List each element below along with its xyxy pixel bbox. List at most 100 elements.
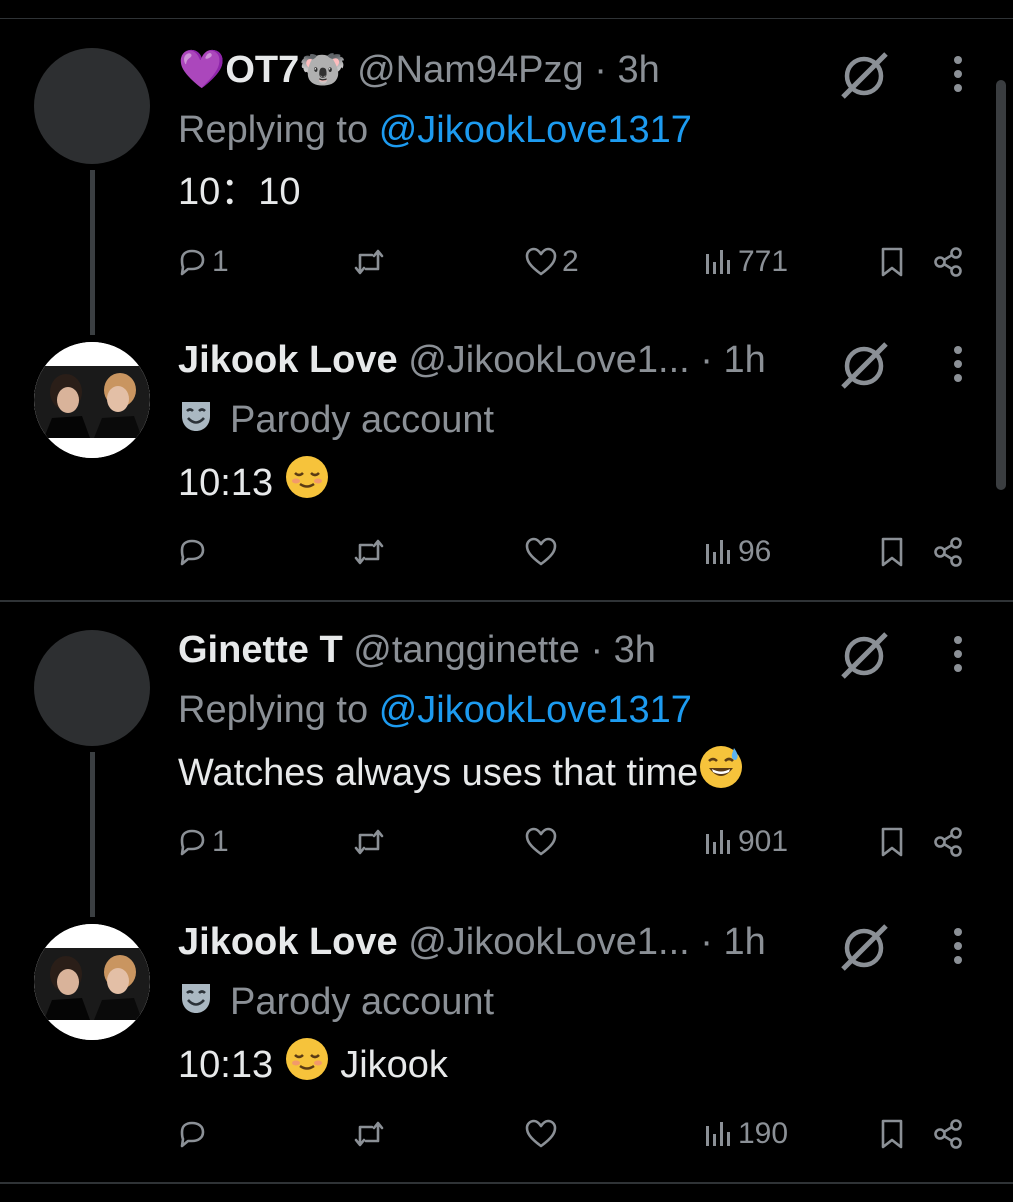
timestamp[interactable]: · 3h [590, 629, 655, 671]
replying-mention[interactable]: @JikookLove1317 [379, 109, 692, 151]
tweet-header: Ginette T @tangginette · 3h [178, 620, 878, 680]
tweet-4[interactable]: Jikook Love @JikookLove1... · 1h Parody … [0, 912, 1013, 1202]
tweet-divider [0, 1182, 1013, 1184]
timestamp[interactable]: · 1h [700, 339, 765, 381]
display-name[interactable]: Jikook Love [178, 921, 398, 963]
heart-icon [525, 1119, 557, 1148]
tweet-header: 💜OT7🐨 @Nam94Pzg · 3h [178, 40, 878, 100]
user-handle[interactable]: @JikookLove1... [408, 339, 690, 381]
relieved-face-emoji [284, 454, 330, 516]
share-button[interactable] [932, 528, 964, 576]
reply-button[interactable] [176, 528, 212, 576]
heart-icon [525, 537, 557, 566]
retweet-button[interactable] [352, 238, 390, 286]
bookmark-button[interactable] [878, 818, 906, 866]
display-name[interactable]: 💜OT7🐨 [178, 49, 347, 91]
reply-count: 1 [212, 825, 229, 858]
tweet-2[interactable]: Jikook Love @JikookLove1... · 1h Parody … [0, 330, 1013, 620]
more-options-icon[interactable] [946, 634, 970, 679]
views-button[interactable]: 96 [704, 528, 771, 576]
tweet-divider [0, 600, 1013, 602]
reply-button[interactable]: 1 [176, 818, 229, 866]
views-icon [706, 1122, 730, 1146]
reply-icon [180, 539, 205, 566]
views-icon [706, 250, 730, 274]
timestamp[interactable]: · 1h [700, 921, 765, 963]
reply-icon [180, 249, 205, 276]
share-icon [934, 537, 962, 567]
tweet-text-main: 10:13 [178, 462, 274, 505]
bookmark-button[interactable] [878, 238, 906, 286]
tweet-header: Jikook Love @JikookLove1... · 1h [178, 912, 878, 972]
tweet-text-after: Jikook [340, 1044, 448, 1087]
reply-count: 1 [212, 245, 229, 278]
views-button[interactable]: 771 [704, 238, 788, 286]
share-button[interactable] [932, 818, 964, 866]
reply-button[interactable] [176, 1110, 212, 1158]
reply-button[interactable]: 1 [176, 238, 229, 286]
heart-icon [525, 247, 557, 276]
views-button[interactable]: 190 [704, 1110, 788, 1158]
view-count: 901 [738, 825, 789, 858]
parody-label: Parody account [230, 981, 495, 1023]
like-button[interactable] [524, 818, 562, 866]
parody-label: Parody account [230, 399, 495, 441]
relieved-face-emoji [284, 1036, 330, 1098]
share-button[interactable] [932, 238, 964, 286]
like-count: 2 [562, 245, 579, 278]
view-count: 190 [738, 1117, 789, 1150]
tweet-header: Jikook Love @JikookLove1... · 1h [178, 330, 878, 390]
avatar[interactable] [34, 48, 150, 164]
replying-to: Replying to @JikookLove1317 [178, 682, 692, 738]
display-name[interactable]: Jikook Love [178, 339, 398, 381]
retweet-icon [354, 249, 384, 275]
view-count: 771 [738, 245, 789, 278]
reply-icon [180, 829, 205, 856]
tweet-text-main: 10:13 [178, 1044, 274, 1087]
bookmark-button[interactable] [878, 528, 906, 576]
tweet-text: 10：10 [178, 171, 301, 213]
like-button[interactable] [524, 528, 562, 576]
user-handle[interactable]: @JikookLove1... [408, 921, 690, 963]
parody-badge: Parody account [178, 974, 494, 1032]
more-options-icon[interactable] [946, 344, 970, 389]
avatar[interactable] [34, 924, 150, 1040]
top-divider [0, 18, 1013, 19]
avatar-photo [34, 342, 150, 458]
timestamp[interactable]: · 3h [594, 49, 659, 91]
grok-icon[interactable] [836, 338, 892, 399]
retweet-icon [354, 539, 384, 565]
retweet-button[interactable] [352, 1110, 390, 1158]
grok-icon[interactable] [836, 48, 892, 109]
retweet-button[interactable] [352, 528, 390, 576]
avatar-photo [34, 924, 150, 1040]
avatar[interactable] [34, 630, 150, 746]
replying-prefix: Replying to [178, 689, 369, 731]
more-options-icon[interactable] [946, 54, 970, 99]
tweet-text: 10:13 [178, 454, 330, 516]
bookmark-icon [881, 537, 903, 567]
views-button[interactable]: 901 [704, 818, 788, 866]
more-options-icon[interactable] [946, 926, 970, 971]
share-icon [934, 247, 962, 277]
user-handle[interactable]: @tangginette [353, 629, 580, 671]
retweet-button[interactable] [352, 818, 390, 866]
grok-icon[interactable] [836, 628, 892, 689]
retweet-icon [354, 1121, 384, 1147]
bookmark-icon [881, 247, 903, 277]
replying-mention[interactable]: @JikookLove1317 [379, 689, 692, 731]
display-name[interactable]: Ginette T [178, 629, 343, 671]
bookmark-button[interactable] [878, 1110, 906, 1158]
tweet-1[interactable]: 💜OT7🐨 @Nam94Pzg · 3h Replying to @Jikook… [0, 40, 1013, 335]
replying-to: Replying to @JikookLove1317 [178, 102, 692, 158]
share-button[interactable] [932, 1110, 964, 1158]
avatar[interactable] [34, 342, 150, 458]
theater-mask-icon [178, 976, 214, 1032]
like-button[interactable] [524, 1110, 562, 1158]
user-handle[interactable]: @Nam94Pzg [357, 49, 584, 91]
theater-mask-icon [178, 394, 214, 450]
tweet-3[interactable]: Ginette T @tangginette · 3h Replying to … [0, 620, 1013, 917]
grok-icon[interactable] [836, 920, 892, 981]
like-button[interactable]: 2 [524, 238, 579, 286]
tweet-text: Watches always uses that time [178, 744, 744, 806]
